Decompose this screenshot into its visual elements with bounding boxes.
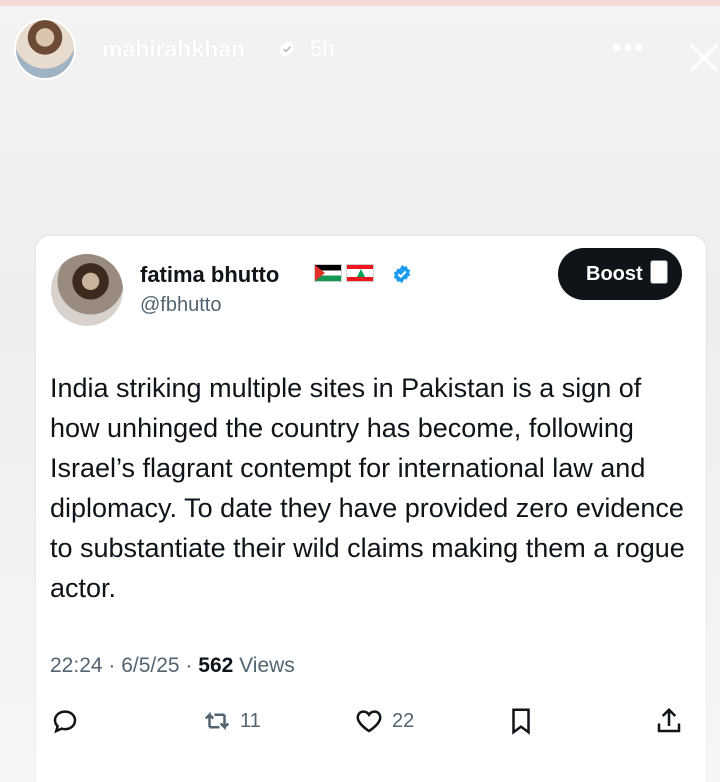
lebanon-flag-icon xyxy=(346,264,374,282)
story-time: 5h xyxy=(310,36,335,61)
tweet-meta: 22:24 · 6/5/25 · 562 Views xyxy=(50,654,295,678)
close-icon[interactable] xyxy=(688,42,720,74)
retweet-button[interactable]: 11 xyxy=(202,706,261,736)
views-count: 562 xyxy=(198,654,234,677)
boost-label: Boost xyxy=(586,262,643,285)
boost-indicator xyxy=(650,260,668,284)
story-progress-bar xyxy=(0,0,720,6)
verified-icon xyxy=(393,264,411,284)
tweet-timestamp[interactable]: 22:24 · 6/5/25 · xyxy=(50,654,192,677)
verified-icon xyxy=(279,40,295,58)
like-button[interactable]: 22 xyxy=(354,706,414,736)
boost-button[interactable]: Boost xyxy=(558,248,682,300)
story-avatar[interactable] xyxy=(14,18,76,80)
bookmark-button[interactable] xyxy=(506,706,536,736)
tweet-card[interactable]: fatima bhutto @fbhutto Boost India strik… xyxy=(36,236,706,782)
author-avatar[interactable] xyxy=(51,254,123,326)
palestine-flag-icon xyxy=(314,264,342,282)
share-icon xyxy=(657,707,681,733)
author-flags xyxy=(314,264,374,282)
story-username[interactable]: mahirahkhan xyxy=(102,36,245,63)
share-button[interactable] xyxy=(654,706,684,736)
tweet-text: India striking multiple sites in Pakista… xyxy=(50,373,685,603)
bookmark-icon xyxy=(512,708,530,735)
retweet-count: 11 xyxy=(240,709,261,732)
reply-button[interactable] xyxy=(50,706,80,736)
heart-icon xyxy=(356,710,382,733)
story-header: mahirahkhan 5h ••• xyxy=(0,12,720,84)
more-options-icon[interactable]: ••• xyxy=(612,34,645,60)
retweet-icon xyxy=(204,711,230,731)
like-count: 22 xyxy=(392,709,415,732)
views-label: Views xyxy=(239,654,295,677)
author-name[interactable]: fatima bhutto xyxy=(140,262,279,288)
author-handle[interactable]: @fbhutto xyxy=(140,294,221,317)
reply-icon xyxy=(53,710,77,734)
tweet-actions: 11 22 xyxy=(36,706,706,746)
